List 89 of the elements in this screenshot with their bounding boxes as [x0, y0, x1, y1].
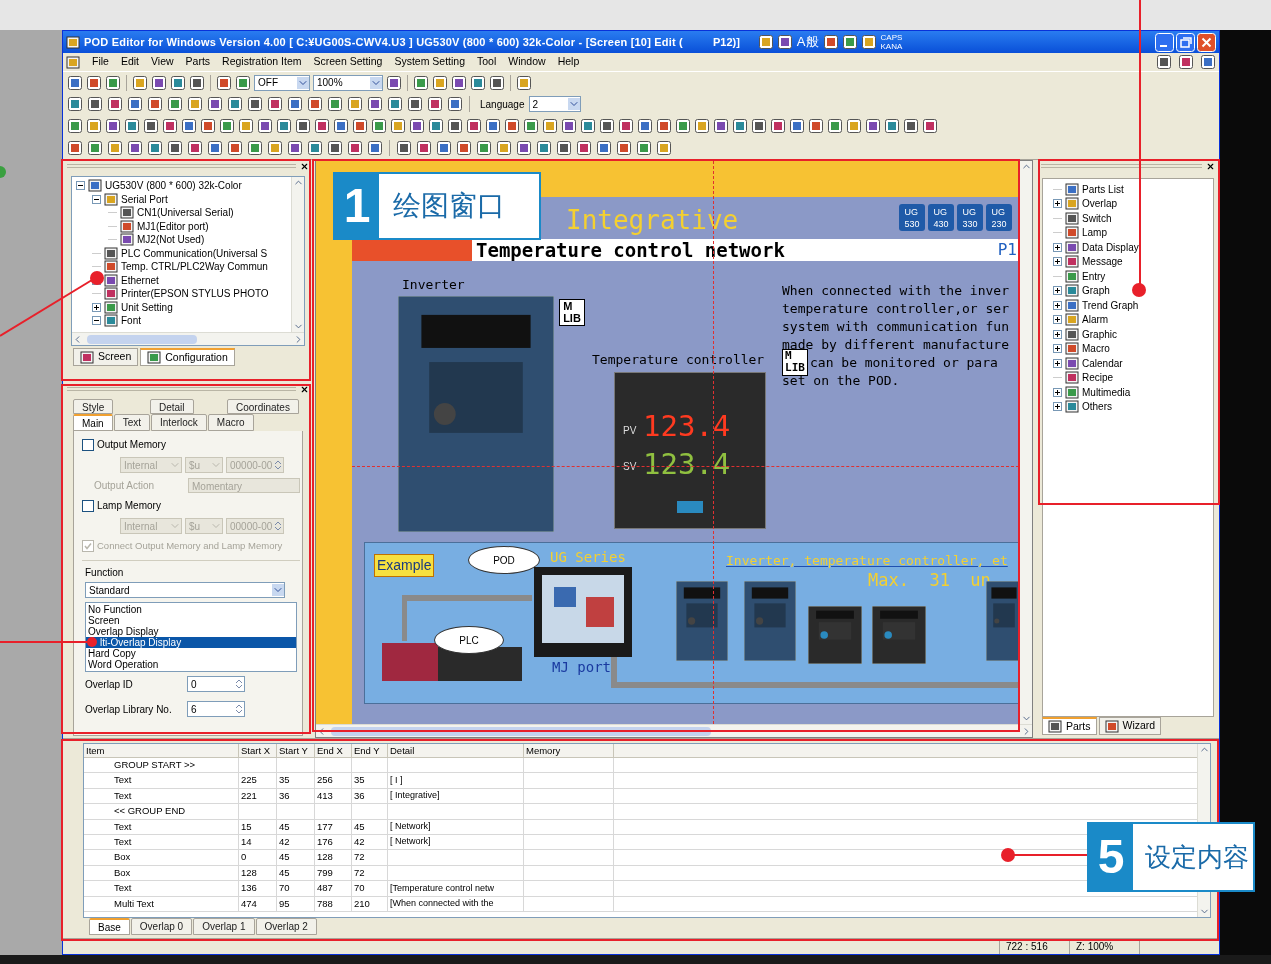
callout-title: 绘图窗口 — [392, 189, 506, 223]
table-cell: 136 — [241, 881, 257, 896]
table-cell: 45 — [279, 819, 290, 834]
model-badge: UG 530 — [899, 204, 925, 231]
port-label: MJ port — [552, 658, 611, 677]
pv-label: PV — [623, 424, 637, 438]
field-label: Function — [85, 566, 125, 581]
table-cell: Box — [114, 850, 131, 865]
table-cell-text: [ I ] — [390, 773, 403, 787]
callout-number: 5 — [1089, 824, 1133, 890]
brand-text: Integrative — [566, 204, 739, 237]
caps-indicator: CAPS — [880, 33, 903, 42]
page-number: P1 — [997, 239, 1017, 261]
table-cell: 225 — [241, 773, 257, 788]
heading-text: Temperature control network — [476, 239, 785, 261]
table-cell: 474 — [241, 896, 257, 911]
table-cell: 0 — [241, 850, 247, 865]
library-badge: M LIB — [559, 299, 585, 326]
pv-reading: 123.4 — [643, 409, 731, 443]
table-cell-text: 42 — [354, 835, 365, 849]
table-cell: 128 — [317, 850, 333, 865]
callout-title: 设定内容 — [1144, 840, 1250, 874]
language-label: Language — [480, 97, 525, 112]
table-cell: 35 — [279, 773, 290, 788]
table-cell-text: Text — [114, 788, 132, 803]
table-cell: 70 — [354, 881, 365, 896]
table-cell-text: [ Network] — [390, 820, 431, 833]
table-cell-text: Box — [114, 865, 131, 880]
kana-indicator: KANA — [880, 42, 903, 51]
description-text: system with communication fun — [782, 318, 1009, 336]
table-cell-text: 14 — [241, 835, 252, 849]
window-title: POD Editor for Windows Version 4.00 [ C:¥UG00S-CWV4.U3 ] UG530V (800 * 600) 32k-Color - [Screen [10] Edit ( — [84, 34, 683, 50]
model-badge: UG 230 — [986, 204, 1012, 231]
example-tag: Example — [374, 554, 435, 577]
table-cell: 487 — [317, 881, 333, 896]
table-cell: 70 — [279, 881, 290, 896]
table-cell: 177 — [317, 819, 333, 834]
field-label: Output Action — [94, 479, 156, 493]
table-cell-text: 45 — [279, 865, 290, 880]
table-cell: 210 — [354, 896, 370, 911]
table-cell: Text — [114, 819, 132, 834]
table-cell-text: 72 — [354, 865, 365, 880]
cursor-position: 722 : 516 — [999, 939, 1069, 954]
description-text: temperature controller,or ser — [782, 300, 1009, 318]
table-cell: 256 — [317, 773, 333, 788]
model-badge: UG 330 — [957, 204, 983, 231]
series-label: UG Series — [550, 548, 626, 567]
table-cell: 788 — [317, 896, 333, 911]
field-label: Overlap ID — [85, 677, 134, 692]
description-text: When connected with the inver — [782, 282, 1009, 300]
description-text: made by different manufacture — [782, 336, 1009, 352]
table-cell-text: Text — [114, 835, 132, 849]
field-label: Overlap Library No. — [85, 702, 173, 717]
table-cell: Text — [114, 773, 132, 788]
table-cell-text: 799 — [317, 865, 333, 880]
field-label: Lamp Memory — [97, 499, 161, 513]
ime-indicator: A般 — [796, 33, 819, 52]
table-cell: 35 — [354, 773, 365, 788]
table-cell-text: 36 — [354, 788, 365, 803]
table-cell-text: [When connected with the — [390, 896, 494, 910]
table-cell: 95 — [279, 896, 290, 911]
table-cell: 72 — [354, 850, 365, 865]
window-title: P12)] — [712, 34, 740, 50]
table-cell: [ Network] — [390, 835, 431, 849]
table-cell: [ Integrative] — [390, 789, 440, 803]
zoom-level: Z: 100% — [1069, 939, 1139, 954]
description-text: can be monitored or para — [810, 354, 998, 372]
devices-caption: Inverter, temperature controller, et — [726, 552, 1008, 570]
table-cell-text: 128 — [241, 865, 257, 880]
table-cell: GROUP START >> — [114, 758, 196, 773]
table-cell-text: 42 — [279, 835, 290, 849]
field-label: Output Memory — [97, 438, 166, 452]
table-cell: Text — [114, 881, 132, 896]
table-cell: 45 — [279, 850, 290, 865]
table-cell-text: 221 — [241, 788, 257, 803]
table-cell: << GROUP END — [114, 804, 186, 819]
table-cell-text: 413 — [317, 788, 333, 803]
field-label: Connect Output Memory and Lamp Memory — [97, 539, 283, 553]
table-cell-text: 176 — [317, 835, 333, 849]
table-cell: Multi Text — [114, 896, 154, 911]
inverter-label: Inverter — [402, 276, 465, 294]
callout-number: 1 — [335, 174, 379, 238]
model-badge: UG 430 — [928, 204, 954, 231]
table-cell-text: 36 — [279, 788, 290, 803]
table-cell: 45 — [354, 819, 365, 834]
table-cell: 15 — [241, 819, 252, 834]
library-badge: M LIB — [782, 349, 808, 376]
table-cell-text: [Temperature control netw — [390, 881, 495, 895]
controller-label: Temperature controller — [592, 351, 765, 369]
